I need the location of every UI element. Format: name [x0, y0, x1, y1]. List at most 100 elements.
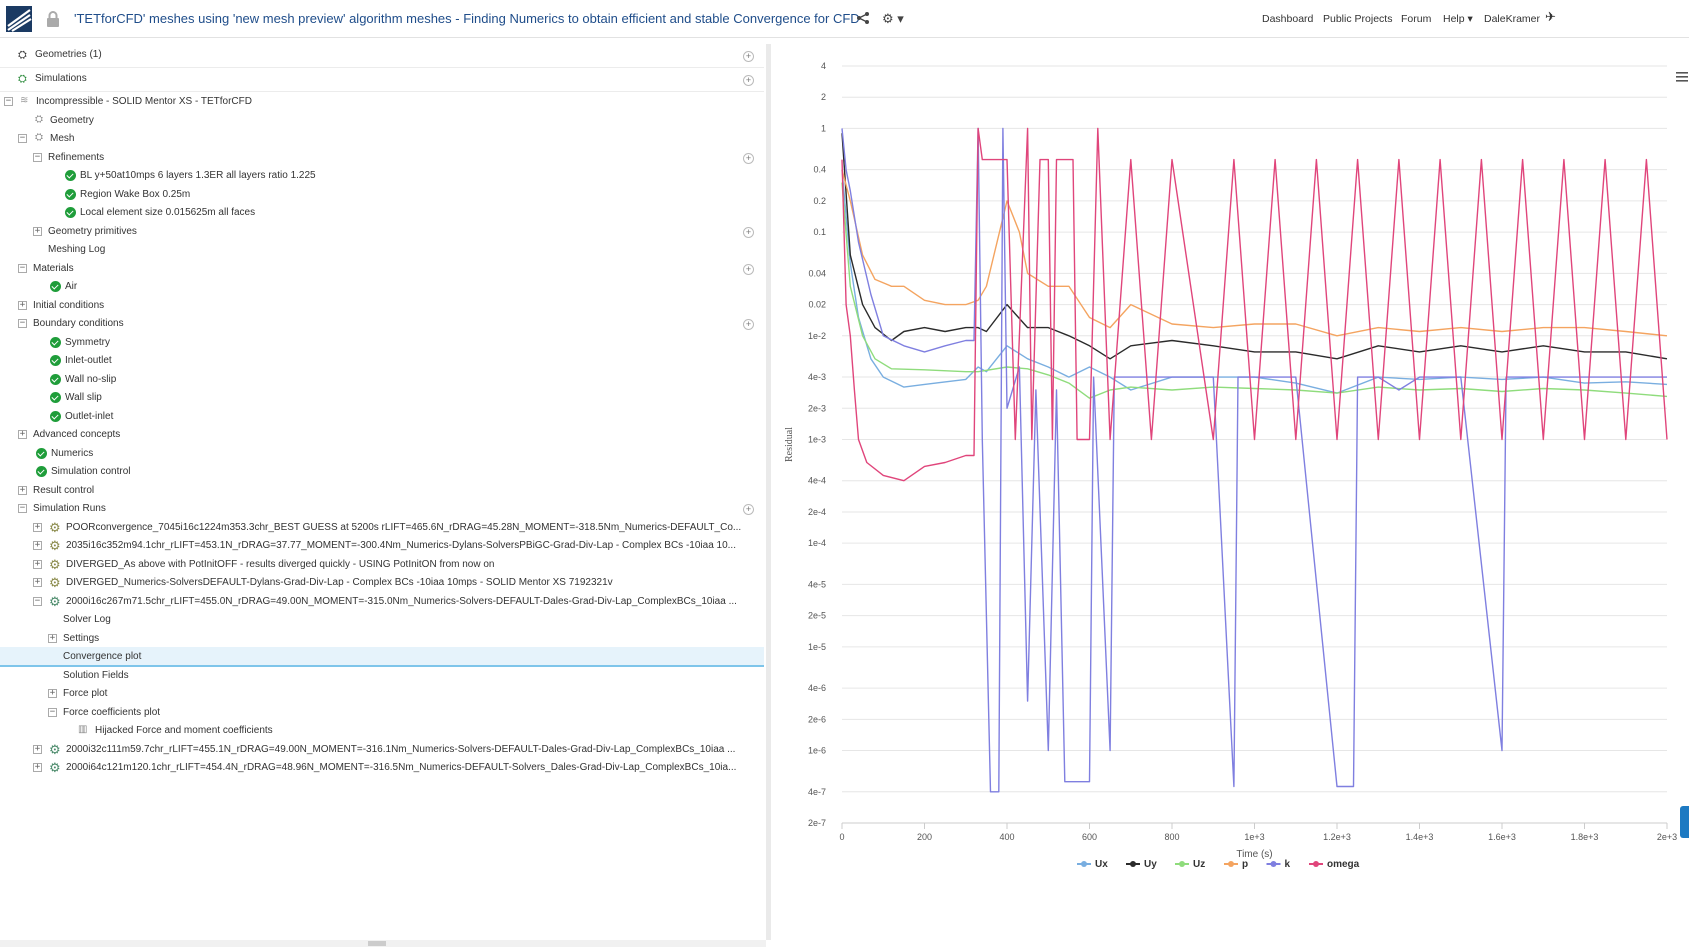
tree-run-item[interactable]: + ⚙ 2035i16c352m94.1chr_rLIFT=453.1N_rDR…: [0, 536, 764, 556]
horizontal-scrollbar[interactable]: [0, 940, 766, 947]
project-tree: ⛭ Geometries (1) + ⛭ Simulations + − ≋ I…: [0, 44, 766, 940]
x-tick-label: 1.2e+3: [1323, 832, 1351, 842]
y-tick-label: 2: [821, 92, 826, 102]
tree-geometry[interactable]: ⛭ Geometry: [0, 111, 764, 131]
y-tick-label: 4e-5: [808, 579, 826, 589]
tree-bc-item[interactable]: Symmetry: [0, 333, 764, 353]
expand-toggle[interactable]: +: [33, 763, 42, 772]
tree-label: Symmetry: [65, 337, 110, 348]
tree-run-item[interactable]: + ⚙ DIVERGED_Numerics-SolversDEFAULT-Dyl…: [0, 573, 764, 593]
tree-label: Initial conditions: [33, 300, 105, 311]
check-icon: [50, 374, 61, 385]
tree-mesh[interactable]: − ⛭ Mesh: [0, 129, 764, 149]
add-primitive-icon[interactable]: +: [743, 227, 754, 238]
expand-toggle[interactable]: +: [33, 523, 42, 532]
convergence-chart: 4 2 1 0.4 0.2 0.1 0.04 0.02 1e-2 4e-3 2e-3 1e-3 4e-4…: [784, 61, 1677, 870]
nav-forum[interactable]: Forum: [1401, 13, 1431, 25]
add-run-icon[interactable]: +: [743, 504, 754, 515]
expand-toggle[interactable]: +: [33, 578, 42, 587]
add-boundary-icon[interactable]: +: [743, 319, 754, 330]
tree-meshing-log[interactable]: Meshing Log: [0, 240, 764, 260]
tree-hijacked-item[interactable]: ▥ Hijacked Force and moment coefficients: [0, 721, 764, 741]
collapse-toggle[interactable]: −: [4, 97, 13, 106]
user-menu-icon[interactable]: ✈: [1545, 9, 1556, 25]
legend-label-uy: Uy: [1144, 859, 1157, 870]
tree-geometries[interactable]: ⛭ Geometries (1) +: [0, 44, 764, 68]
tree-bc-item[interactable]: Outlet-inlet: [0, 407, 764, 427]
collapse-toggle[interactable]: −: [18, 504, 27, 513]
simscale-logo[interactable]: [6, 6, 32, 32]
add-geometry-icon[interactable]: +: [743, 51, 754, 62]
add-material-icon[interactable]: +: [743, 264, 754, 275]
tree-run-item[interactable]: + ⚙ 2000i32c111m59.7chr_rLIFT=455.1N_rDR…: [0, 740, 764, 760]
geometry-icon: ⛭: [35, 114, 43, 125]
tree-force-coefficients[interactable]: − Force coefficients plot: [0, 703, 764, 723]
x-tick-label: 1.4e+3: [1406, 832, 1434, 842]
add-refinement-icon[interactable]: +: [743, 153, 754, 164]
tree-settings[interactable]: + Settings: [0, 629, 764, 649]
panel-divider[interactable]: [766, 44, 771, 940]
expand-toggle[interactable]: +: [18, 430, 27, 439]
expand-toggle[interactable]: +: [33, 227, 42, 236]
tree-bc-item[interactable]: Wall slip: [0, 388, 764, 408]
tree-force-plot[interactable]: + Force plot: [0, 684, 764, 704]
check-icon: [50, 281, 61, 292]
expand-toggle[interactable]: +: [18, 301, 27, 310]
settings-gear-icon[interactable]: ⚙ ▾: [882, 11, 904, 27]
collapse-toggle[interactable]: −: [18, 264, 27, 273]
collapse-toggle[interactable]: −: [33, 597, 42, 606]
tree-result-control[interactable]: + Result control: [0, 481, 764, 501]
tree-bc-item[interactable]: Wall no-slip: [0, 370, 764, 390]
add-simulation-icon[interactable]: +: [743, 75, 754, 86]
expand-toggle[interactable]: +: [33, 560, 42, 569]
tree-boundary-conditions[interactable]: − Boundary conditions +: [0, 314, 764, 334]
collapse-toggle[interactable]: −: [18, 134, 27, 143]
tree-numerics[interactable]: Numerics: [0, 444, 764, 464]
tree-simulation-runs[interactable]: − Simulation Runs +: [0, 499, 764, 519]
tree-solver-log[interactable]: Solver Log: [0, 610, 764, 630]
tree-run-item[interactable]: + ⚙ POORconvergence_7045i16c1224m353.3ch…: [0, 518, 764, 538]
collapse-toggle[interactable]: −: [18, 319, 27, 328]
legend-label-p: p: [1242, 859, 1248, 870]
tree-refinement-item[interactable]: Local element size 0.015625m all faces: [0, 203, 764, 223]
tree-materials[interactable]: − Materials +: [0, 259, 764, 279]
hamburger-menu-icon[interactable]: [1676, 72, 1688, 82]
run-gear-icon: ⚙: [49, 538, 61, 553]
tree-run-item[interactable]: + ⚙ DIVERGED_As above with PotInitOFF - …: [0, 555, 764, 575]
tree-material-air[interactable]: Air: [0, 277, 764, 297]
tree-simulations[interactable]: ⛭ Simulations +: [0, 68, 764, 92]
tree-run-item[interactable]: + ⚙ 2000i64c121m120.1chr_rLIFT=454.4N_rD…: [0, 758, 764, 778]
expand-toggle[interactable]: +: [33, 541, 42, 550]
expand-toggle[interactable]: +: [48, 634, 57, 643]
nav-help[interactable]: Help ▾: [1443, 13, 1473, 25]
tree-simulation-control[interactable]: Simulation control: [0, 462, 764, 482]
side-tab-button[interactable]: [1680, 806, 1689, 838]
tree-refinements[interactable]: − Refinements +: [0, 148, 764, 168]
tree-refinement-item[interactable]: Region Wake Box 0.25m: [0, 185, 764, 205]
tree-refinement-item[interactable]: BL y+50at10mps 6 layers 1.3ER all layers…: [0, 166, 764, 186]
tree-label: Numerics: [51, 448, 94, 459]
collapse-toggle[interactable]: −: [48, 708, 57, 717]
tree-solution-fields[interactable]: Solution Fields: [0, 666, 764, 686]
nav-user[interactable]: DaleKramer: [1484, 13, 1540, 25]
scrollbar-thumb[interactable]: [368, 941, 386, 946]
nav-dashboard[interactable]: Dashboard: [1262, 13, 1313, 25]
y-tick-label: 1e-3: [808, 434, 826, 444]
tree-advanced-concepts[interactable]: + Advanced concepts: [0, 425, 764, 445]
tree-initial-conditions[interactable]: + Initial conditions: [0, 296, 764, 316]
y-tick-label: 1: [821, 123, 826, 133]
tree-sim-item[interactable]: − ≋ Incompressible - SOLID Mentor XS - T…: [0, 92, 764, 112]
expand-toggle[interactable]: +: [18, 486, 27, 495]
tree-run-item[interactable]: − ⚙ 2000i16c267m71.5chr_rLIFT=455.0N_rDR…: [0, 592, 764, 612]
tree-label: Result control: [33, 485, 95, 496]
expand-toggle[interactable]: +: [48, 689, 57, 698]
collapse-toggle[interactable]: −: [33, 153, 42, 162]
tree-geometry-primitives[interactable]: + Geometry primitives +: [0, 222, 764, 242]
nav-public-projects[interactable]: Public Projects: [1323, 13, 1392, 25]
tree-label: Local element size 0.015625m all faces: [80, 207, 256, 218]
tree-convergence-plot[interactable]: Convergence plot: [0, 647, 764, 667]
y-tick-label: 2e-5: [808, 611, 826, 621]
tree-bc-item[interactable]: Inlet-outlet: [0, 351, 764, 371]
share-icon[interactable]: [856, 11, 870, 25]
expand-toggle[interactable]: +: [33, 745, 42, 754]
